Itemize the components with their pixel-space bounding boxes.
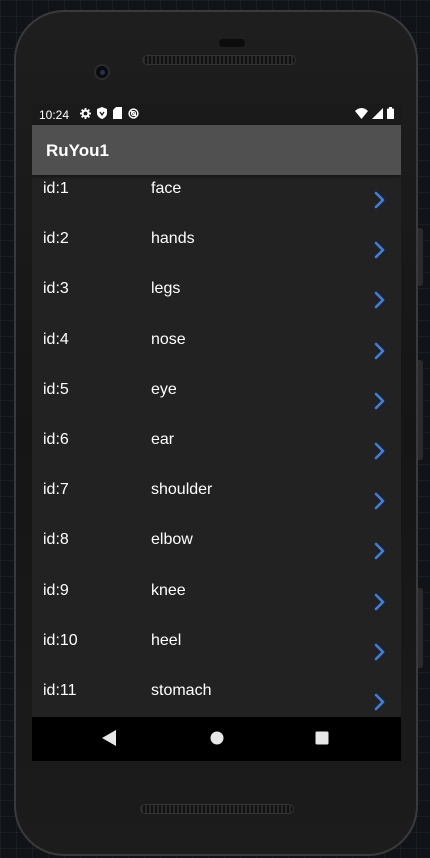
list-item-id: id:9: [43, 581, 69, 599]
list-item[interactable]: id:11 stomach: [32, 677, 401, 717]
sd-card-icon: [113, 107, 122, 122]
chevron-right-icon[interactable]: [373, 643, 387, 661]
front-camera: [94, 64, 110, 80]
list-item-name: eye: [151, 380, 177, 398]
list-item[interactable]: id:6 ear: [32, 426, 401, 476]
list-item[interactable]: id:1 face: [32, 175, 401, 225]
list-item-id: id:5: [43, 380, 69, 398]
chevron-right-icon[interactable]: [373, 492, 387, 510]
top-speaker: [142, 55, 296, 65]
battery-icon: [387, 107, 394, 122]
body-part-list: id:1 face id:2 hands id:3 legs id:4 nose id:5 eye…: [32, 175, 401, 717]
list-item[interactable]: id:9 knee: [32, 577, 401, 627]
list-item-id: id:2: [43, 230, 69, 248]
status-time: 10:24: [39, 108, 70, 122]
list-item-id: id:8: [43, 531, 69, 549]
cell-signal-icon: [372, 107, 383, 122]
list-item[interactable]: id:8 elbow: [32, 526, 401, 576]
list-item-name: elbow: [151, 531, 193, 549]
list-item-name: stomach: [151, 681, 212, 699]
list-item-id: id:10: [43, 631, 78, 649]
list-item-name: ear: [151, 430, 175, 448]
chevron-right-icon[interactable]: [373, 593, 387, 611]
list-item[interactable]: id:3 legs: [32, 275, 401, 325]
status-icons-right: [355, 107, 394, 122]
list-item-id: id:3: [43, 280, 69, 298]
list-item-name: knee: [151, 581, 186, 599]
list-item-name: nose: [151, 330, 186, 348]
chevron-right-icon[interactable]: [373, 291, 387, 309]
back-icon[interactable]: [102, 730, 116, 751]
list-item-id: id:7: [43, 481, 69, 499]
list-item[interactable]: id:5 eye: [32, 376, 401, 426]
earpiece: [219, 39, 245, 47]
screen: 10:24 RuYou1 id:1 face id:2 hands id:3 l…: [32, 104, 401, 717]
list-item-id: id:11: [43, 681, 77, 699]
list-item-name: shoulder: [151, 481, 213, 499]
gear-icon: [80, 107, 91, 122]
bottom-speaker: [140, 804, 294, 814]
chevron-right-icon[interactable]: [373, 392, 387, 410]
blocked-icon: [128, 107, 139, 122]
status-icons-left: [80, 107, 139, 122]
list-item-name: face: [151, 180, 182, 197]
list-item[interactable]: id:10 heel: [32, 627, 401, 677]
app-title: RuYou1: [46, 141, 109, 160]
chevron-right-icon[interactable]: [373, 542, 387, 560]
app-bar: RuYou1: [32, 125, 401, 175]
list-item[interactable]: id:2 hands: [32, 225, 401, 275]
chevron-right-icon[interactable]: [373, 342, 387, 360]
list-item-id: id:4: [43, 330, 69, 348]
list-item[interactable]: id:7 shoulder: [32, 476, 401, 526]
list-item-name: hands: [151, 230, 195, 248]
list-item-name: heel: [151, 631, 182, 649]
list-item-id: id:6: [43, 430, 69, 448]
list-item-name: legs: [151, 280, 181, 298]
navigation-bar: [32, 717, 401, 761]
shield-icon: [97, 107, 107, 122]
chevron-right-icon[interactable]: [373, 693, 387, 711]
recents-icon[interactable]: [315, 731, 329, 750]
chevron-right-icon[interactable]: [373, 442, 387, 460]
chevron-right-icon[interactable]: [373, 241, 387, 259]
wifi-icon: [355, 107, 368, 122]
list-item[interactable]: id:4 nose: [32, 326, 401, 376]
home-icon[interactable]: [210, 731, 224, 750]
status-bar: 10:24: [32, 104, 401, 125]
chevron-right-icon[interactable]: [373, 191, 387, 209]
list-item-id: id:1: [43, 180, 69, 197]
